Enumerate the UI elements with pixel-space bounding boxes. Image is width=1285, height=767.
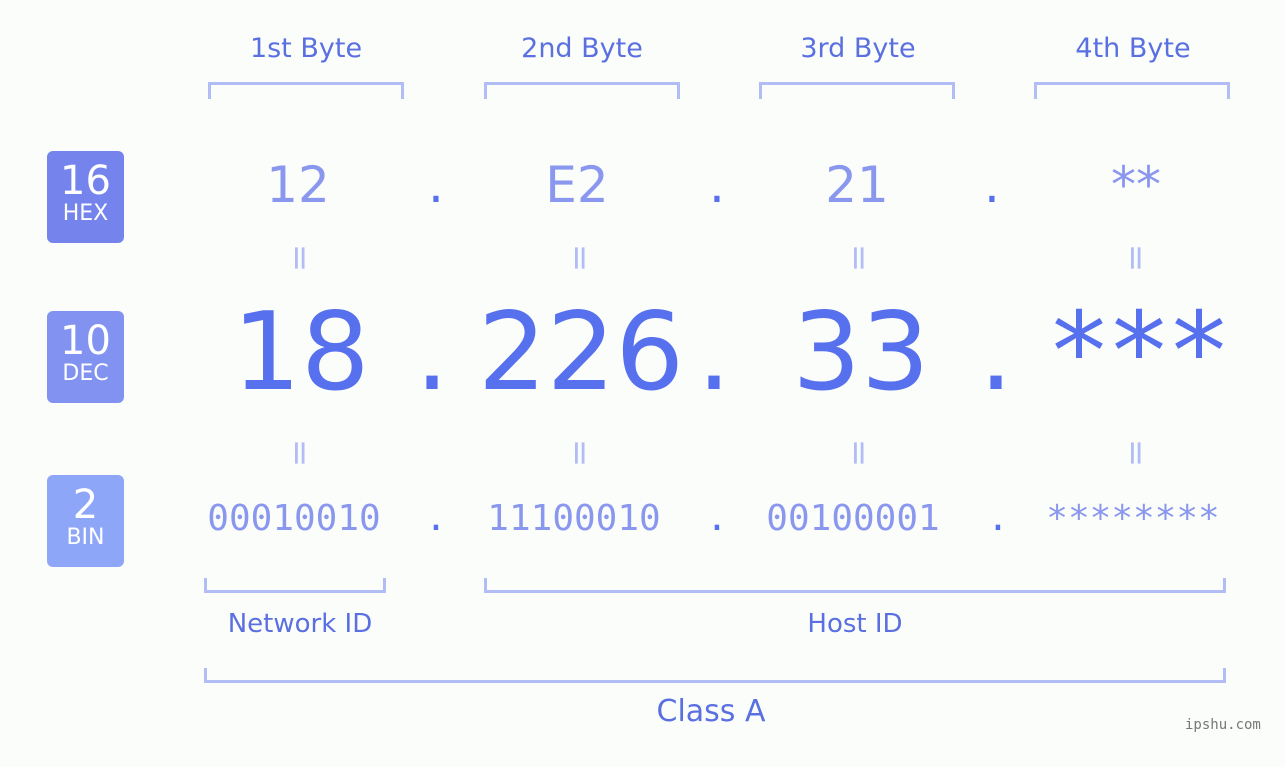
equals-icon: = <box>560 243 600 273</box>
hex-separator: . <box>984 156 1000 214</box>
class-label: Class A <box>656 694 766 729</box>
hex-byte-3: 21 <box>825 156 889 214</box>
host-id-label: Host ID <box>807 609 903 639</box>
dec-byte-1: 18 <box>232 290 370 415</box>
class-bracket <box>204 668 1226 683</box>
bin-byte-1: 00010010 <box>207 498 381 539</box>
network-id-bracket <box>204 578 386 593</box>
equals-icon: = <box>280 438 320 468</box>
equals-icon: = <box>280 243 320 273</box>
byte-header-3: 3rd Byte <box>800 33 916 64</box>
byte-header-4: 4th Byte <box>1075 33 1191 64</box>
hex-separator: . <box>428 156 444 214</box>
equals-icon: = <box>560 438 600 468</box>
bin-badge: 2 BIN <box>47 475 124 567</box>
dec-badge: 10 DEC <box>47 311 124 403</box>
byte-header-1: 1st Byte <box>249 33 363 64</box>
hex-separator: . <box>709 156 725 214</box>
equals-icon: = <box>1116 438 1156 468</box>
bin-badge-number: 2 <box>72 482 99 528</box>
bin-separator: . <box>706 498 728 539</box>
hex-byte-2: E2 <box>545 156 609 214</box>
dec-separator: . <box>978 290 1014 415</box>
byte-header-2: 2nd Byte <box>521 33 643 64</box>
byte-bracket-1 <box>208 82 404 99</box>
dec-separator: . <box>696 290 732 415</box>
byte-bracket-3 <box>759 82 955 99</box>
equals-icon: = <box>1116 243 1156 273</box>
network-id-label: Network ID <box>227 609 373 639</box>
hex-badge-number: 16 <box>60 158 111 204</box>
dec-byte-2: 226 <box>477 290 685 415</box>
hex-badge-label: HEX <box>62 201 109 226</box>
bin-byte-2: 11100010 <box>487 498 661 539</box>
bin-byte-4: ******** <box>1046 498 1220 539</box>
equals-icon: = <box>839 438 879 468</box>
watermark: ipshu.com <box>1185 717 1261 733</box>
hex-badge: 16 HEX <box>47 151 124 243</box>
host-id-bracket <box>484 578 1226 593</box>
hex-byte-4: ** <box>1111 156 1161 214</box>
byte-bracket-4 <box>1034 82 1230 99</box>
byte-bracket-2 <box>484 82 680 99</box>
bin-separator: . <box>987 498 1009 539</box>
dec-badge-label: DEC <box>62 361 109 386</box>
bin-badge-label: BIN <box>66 525 105 550</box>
dec-byte-4: *** <box>1052 290 1232 415</box>
hex-byte-1: 12 <box>266 156 330 214</box>
bin-byte-3: 00100001 <box>766 498 940 539</box>
equals-icon: = <box>839 243 879 273</box>
dec-byte-3: 33 <box>792 290 930 415</box>
bin-separator: . <box>425 498 447 539</box>
dec-separator: . <box>414 290 450 415</box>
dec-badge-number: 10 <box>60 318 111 364</box>
